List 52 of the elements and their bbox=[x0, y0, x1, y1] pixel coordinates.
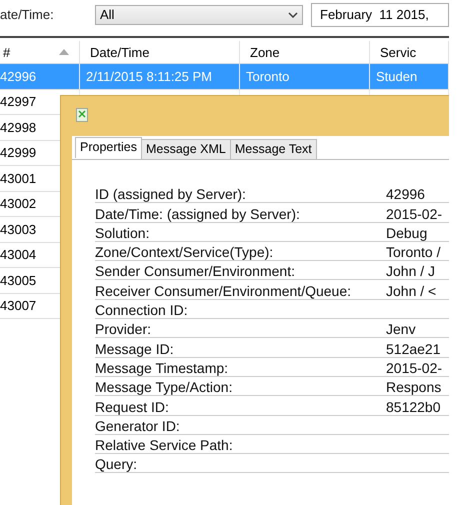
caret-icon[interactable] bbox=[288, 12, 298, 18]
column-header[interactable]: Servic bbox=[370, 41, 449, 63]
property-label: Message Type/Action: bbox=[95, 379, 234, 396]
table-cell: 43001 bbox=[0, 170, 36, 186]
property-value: 42996 bbox=[386, 186, 426, 202]
table-cell: 43004 bbox=[0, 247, 36, 262]
property-label: ID (assigned by Server): bbox=[95, 186, 247, 202]
property-label: Provider: bbox=[95, 321, 152, 338]
property-label: Message Timestamp: bbox=[95, 360, 230, 376]
table-cell: 42999 bbox=[0, 145, 36, 160]
property-label: Receiver Consumer/Environment/Queue: bbox=[95, 282, 352, 299]
table-cell: 42997 bbox=[0, 94, 36, 110]
property-value: 2015-02- bbox=[386, 206, 444, 222]
property-label: Query: bbox=[95, 456, 138, 472]
date-field[interactable]: February 11 2015, bbox=[311, 2, 449, 26]
property-value: 85122b0 bbox=[386, 398, 442, 415]
property-value: 512ae21 bbox=[386, 340, 442, 357]
table-cell: 43002 bbox=[0, 196, 36, 212]
sort-up-icon bbox=[59, 49, 69, 55]
table-cell: 43007 bbox=[0, 298, 36, 314]
property-value: John / J bbox=[386, 263, 436, 280]
column-header[interactable]: Date/Time bbox=[80, 41, 240, 63]
table-cell: 2/11/2015 8:11:25 PM bbox=[86, 68, 212, 84]
property-label: Generator ID: bbox=[95, 418, 181, 434]
property-value: John / < bbox=[386, 282, 438, 299]
tab[interactable]: Message Text bbox=[230, 139, 317, 159]
filter-label: ate/Time: bbox=[0, 7, 55, 22]
tab[interactable]: Properties bbox=[75, 137, 142, 158]
property-label: Zone/Context/Service(Type): bbox=[95, 244, 274, 260]
property-value: Debug bbox=[386, 224, 428, 241]
table-cell: 43005 bbox=[0, 272, 36, 288]
table-cell: Toronto bbox=[246, 68, 290, 84]
table-cell: 42998 bbox=[0, 120, 36, 135]
document-icon bbox=[76, 108, 88, 122]
column-header[interactable]: Zone bbox=[240, 41, 370, 63]
table-cell: 43003 bbox=[0, 222, 36, 237]
table-cell: Studen bbox=[376, 68, 418, 84]
tab[interactable]: Message XML bbox=[140, 139, 231, 159]
property-value: Jenv bbox=[386, 321, 417, 338]
property-label: Date/Time: (assigned by Server): bbox=[95, 206, 301, 222]
column-header[interactable]: # bbox=[0, 41, 80, 63]
property-value: 2015-02- bbox=[386, 360, 444, 376]
property-label: Relative Service Path: bbox=[95, 437, 234, 454]
property-label: Connection ID: bbox=[95, 302, 189, 318]
property-label: Sender Consumer/Environment: bbox=[95, 263, 296, 280]
property-label: Solution: bbox=[95, 224, 150, 241]
property-label: Request ID: bbox=[95, 398, 170, 415]
table-cell: 42996 bbox=[0, 68, 36, 84]
property-value: Toronto / bbox=[386, 244, 442, 260]
property-value: Respons bbox=[386, 379, 442, 396]
date-filter-dropdown[interactable]: All bbox=[95, 4, 303, 24]
property-label: Message ID: bbox=[95, 340, 175, 357]
